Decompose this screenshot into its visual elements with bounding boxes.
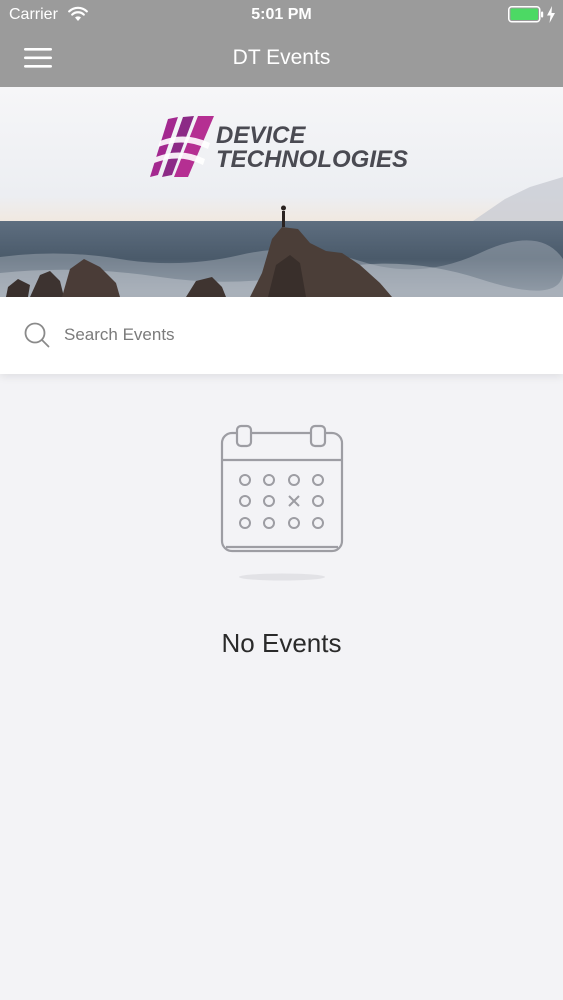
logo-text-line1: DEVICE — [216, 122, 306, 149]
search-bar — [0, 297, 563, 374]
navigation-bar: DT Events — [0, 30, 563, 87]
carrier-label: Carrier — [9, 6, 58, 23]
logo-text-line2: TECHNOLOGIES — [216, 146, 408, 173]
search-input[interactable] — [64, 317, 534, 353]
status-bar: Carrier 5:01 PM — [0, 0, 563, 30]
battery-icon — [508, 6, 544, 23]
charging-bolt-icon — [547, 6, 555, 23]
empty-state-message: No Events — [221, 628, 342, 658]
banner-image: DEVICE TECHNOLOGIES — [0, 87, 563, 297]
page-title: DT Events — [232, 46, 331, 69]
wifi-icon — [68, 6, 88, 21]
hamburger-menu-icon — [24, 48, 52, 68]
search-icon — [24, 322, 50, 348]
menu-button[interactable] — [14, 40, 62, 76]
calendar-icon — [220, 424, 344, 581]
header-banner: DEVICE TECHNOLOGIES — [0, 87, 563, 297]
